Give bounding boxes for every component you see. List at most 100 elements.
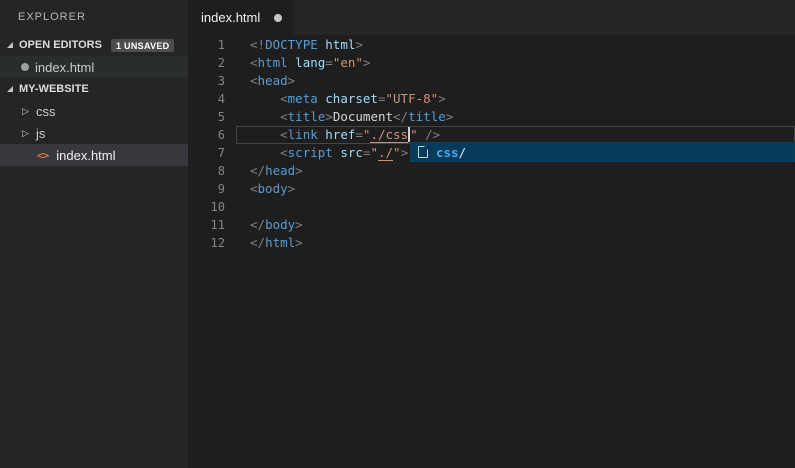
open-editors-label: OPEN EDITORS <box>19 39 102 51</box>
unsaved-count-badge: 1 UNSAVED <box>111 39 175 52</box>
twisty-expanded-icon[interactable] <box>7 86 13 92</box>
line-content: </body> <box>236 216 795 234</box>
code-token: DOCTYPE <box>265 37 318 52</box>
code-token: ./ <box>378 145 393 161</box>
line-number: 3 <box>188 72 236 90</box>
line-number: 6 <box>188 126 236 144</box>
code-line-5[interactable]: 5 <title>Document</title> <box>188 108 795 126</box>
code-token: body <box>265 217 295 232</box>
workspace-label: MY-WEBSITE <box>19 83 89 95</box>
folder-label: css <box>36 104 56 119</box>
code-token: Document <box>333 109 393 124</box>
tree-item-css-folder[interactable]: ▷ css <box>0 100 188 122</box>
chevron-right-icon[interactable]: ▷ <box>22 106 34 117</box>
tab-index-html[interactable]: index.html <box>188 0 293 35</box>
code-token: src <box>333 145 363 160</box>
tab-bar: index.html <box>188 0 795 35</box>
code-token: </ <box>250 217 265 232</box>
line-content: </head> <box>236 162 795 180</box>
suggest-widget: css/ <box>410 142 795 162</box>
file-icon <box>418 146 428 158</box>
code-line-9[interactable]: 9<body> <box>188 180 795 198</box>
code-editor[interactable]: 1<!DOCTYPE html>2<html lang="en">3<head>… <box>188 35 795 468</box>
code-token: > <box>363 55 371 70</box>
code-token: lang <box>288 55 326 70</box>
sidebar-title: EXPLORER <box>0 0 188 34</box>
editor-group: index.html 1<!DOCTYPE html>2<html lang="… <box>188 0 795 468</box>
code-token: </ <box>250 163 265 178</box>
code-token: html <box>318 37 356 52</box>
line-content: <title>Document</title> <box>236 108 795 126</box>
line-number: 7 <box>188 144 236 162</box>
code-line-11[interactable]: 11</body> <box>188 216 795 234</box>
suggest-label: css/ <box>436 145 466 160</box>
vscode-window: EXPLORER OPEN EDITORS 1 UNSAVED index.ht… <box>0 0 795 468</box>
code-token: title <box>408 109 446 124</box>
line-number: 10 <box>188 198 236 216</box>
code-token: < <box>250 109 288 124</box>
code-token: = <box>325 55 333 70</box>
explorer-sidebar: EXPLORER OPEN EDITORS 1 UNSAVED index.ht… <box>0 0 188 468</box>
code-token: "en" <box>333 55 363 70</box>
code-token: "UTF-8" <box>386 91 439 106</box>
file-label: index.html <box>56 148 115 163</box>
code-token: html <box>258 55 288 70</box>
code-token: title <box>288 109 326 124</box>
code-token: < <box>250 145 288 160</box>
chevron-right-icon[interactable]: ▷ <box>22 128 34 139</box>
code-line-4[interactable]: 4 <meta charset="UTF-8"> <box>188 90 795 108</box>
code-token: > <box>438 91 446 106</box>
code-token: head <box>258 73 288 88</box>
code-token: link <box>288 127 318 142</box>
dirty-dot-icon <box>21 63 29 71</box>
line-number: 1 <box>188 36 236 54</box>
code-token: head <box>265 163 295 178</box>
code-token: <! <box>250 37 265 52</box>
tab-label: index.html <box>201 10 260 25</box>
line-number: 9 <box>188 180 236 198</box>
workspace-section-header[interactable]: MY-WEBSITE <box>0 78 188 100</box>
folder-label: js <box>36 126 45 141</box>
line-number: 11 <box>188 216 236 234</box>
tree-item-js-folder[interactable]: ▷ js <box>0 122 188 144</box>
code-token: meta <box>288 91 318 106</box>
code-line-10[interactable]: 10 <box>188 198 795 216</box>
line-number: 4 <box>188 90 236 108</box>
code-line-12[interactable]: 12</html> <box>188 234 795 252</box>
code-token: script <box>288 145 333 160</box>
code-token: charset <box>318 91 378 106</box>
code-token: = <box>378 91 386 106</box>
code-token: < <box>250 55 258 70</box>
line-content: <body> <box>236 180 795 198</box>
code-token: > <box>401 145 409 160</box>
suggest-item-css[interactable]: css/ <box>411 143 794 161</box>
open-editor-file-label: index.html <box>35 60 94 75</box>
html-file-icon: <> <box>37 149 48 162</box>
code-token: > <box>355 37 363 52</box>
code-line-3[interactable]: 3<head> <box>188 72 795 90</box>
line-content: <!DOCTYPE html> <box>236 36 795 54</box>
code-token: > <box>295 163 303 178</box>
tab-dirty-dot-icon[interactable] <box>274 14 282 22</box>
open-editors-section-header[interactable]: OPEN EDITORS 1 UNSAVED <box>0 34 188 56</box>
open-editor-item-index-html[interactable]: index.html <box>0 56 188 78</box>
code-token: = <box>355 127 363 142</box>
twisty-expanded-icon[interactable] <box>7 42 13 48</box>
line-content: <html lang="en"> <box>236 54 795 72</box>
code-token: > <box>288 181 296 196</box>
code-token: </ <box>393 109 408 124</box>
line-content <box>236 198 795 216</box>
code-token: > <box>325 109 333 124</box>
code-token: body <box>258 181 288 196</box>
code-line-1[interactable]: 1<!DOCTYPE html> <box>188 36 795 54</box>
code-line-8[interactable]: 8</head> <box>188 162 795 180</box>
code-token: > <box>295 217 303 232</box>
tree-item-index-html[interactable]: <> index.html <box>0 144 188 166</box>
line-number: 8 <box>188 162 236 180</box>
code-token: < <box>250 127 288 142</box>
code-line-2[interactable]: 2<html lang="en"> <box>188 54 795 72</box>
code-token: > <box>446 109 454 124</box>
code-token: < <box>250 181 258 196</box>
code-token: html <box>265 235 295 250</box>
code-token: /> <box>418 127 441 142</box>
